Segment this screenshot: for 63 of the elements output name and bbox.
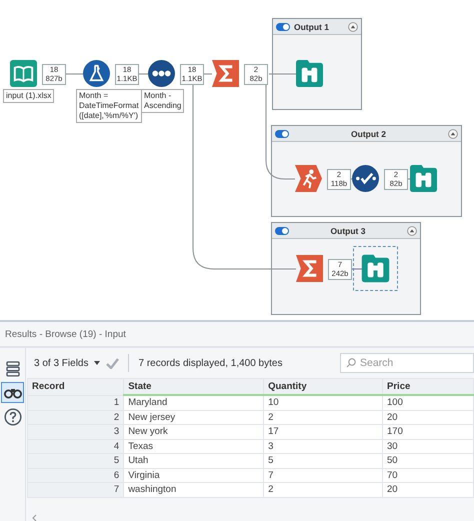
table-cell: 10 <box>264 395 383 410</box>
table-cell: Utah <box>124 454 264 468</box>
table-cell: 100 <box>382 395 474 410</box>
flask-icon[interactable] <box>83 60 110 87</box>
toggle-switch[interactable] <box>276 22 290 30</box>
collapse-icon[interactable] <box>348 22 358 32</box>
table-cell: Maryland <box>124 395 264 410</box>
tool-annotation: Month - Ascending <box>141 89 184 113</box>
check-circle-icon[interactable] <box>352 165 379 192</box>
column-header[interactable]: Record <box>28 378 124 395</box>
table-cell: 17 <box>264 424 383 439</box>
record-number: 4 <box>28 439 124 454</box>
table-cell: New york <box>124 424 264 439</box>
search-field[interactable]: Search <box>340 353 474 373</box>
table-cell: Texas <box>124 439 264 454</box>
record-number: 5 <box>28 454 124 468</box>
table-cell: 20 <box>382 482 474 497</box>
column-header[interactable]: Price <box>382 378 474 395</box>
column-header[interactable]: Quantity <box>264 378 383 395</box>
connection-line <box>352 268 362 270</box>
tool-annotation: input (1).xlsx <box>3 89 54 103</box>
table-cell: 7 <box>264 468 383 482</box>
column-header[interactable]: State <box>124 378 264 395</box>
check-icon[interactable] <box>106 358 120 368</box>
panel-title: Results - Browse (19) - Input <box>0 322 474 348</box>
table-cell: 30 <box>382 439 474 454</box>
table-cell: New jersey <box>124 410 264 424</box>
table-cell: 2 <box>264 410 383 424</box>
dots-icon[interactable] <box>148 60 175 87</box>
rows-icon[interactable] <box>6 360 20 376</box>
table-cell: 70 <box>382 468 474 482</box>
status-text: 7 records displayed, 1,400 bytes <box>138 358 282 368</box>
sigma-icon[interactable] <box>212 60 239 87</box>
fields-dropdown[interactable]: 3 of 3 Fields <box>34 358 88 368</box>
table-cell: 2 <box>264 482 383 497</box>
book-icon[interactable] <box>10 60 37 87</box>
table-cell: 20 <box>382 410 474 424</box>
toggle-switch[interactable] <box>275 130 289 138</box>
running-figure-icon[interactable] <box>295 165 322 192</box>
scroll-left-icon[interactable] <box>32 514 37 521</box>
tool-annotation: Month = DateTimeFormat ([date],'%m/%Y') <box>76 89 142 123</box>
search-icon <box>346 358 356 368</box>
caret-icon[interactable] <box>94 361 100 365</box>
table-cell: 50 <box>382 454 474 468</box>
table-cell: 3 <box>264 439 383 454</box>
table-cell: Virginia <box>124 468 264 482</box>
record-number: 7 <box>28 482 124 497</box>
record-number: 6 <box>28 468 124 482</box>
container-title: Output 1 <box>294 22 330 32</box>
collapse-icon[interactable] <box>448 128 458 138</box>
table-cell: washington <box>124 482 264 497</box>
container-title: Output 3 <box>330 226 366 236</box>
table-cell: 170 <box>382 424 474 439</box>
toggle-switch[interactable] <box>275 226 289 234</box>
record-number: 3 <box>28 424 124 439</box>
connection-line <box>408 178 410 180</box>
collapse-icon[interactable] <box>407 226 417 236</box>
help-icon[interactable] <box>4 408 22 426</box>
binoculars-icon[interactable] <box>4 386 22 398</box>
table-cell: 5 <box>264 454 383 468</box>
record-number: 2 <box>28 410 124 424</box>
container-title: Output 2 <box>350 128 387 138</box>
record-number: 1 <box>28 395 124 410</box>
